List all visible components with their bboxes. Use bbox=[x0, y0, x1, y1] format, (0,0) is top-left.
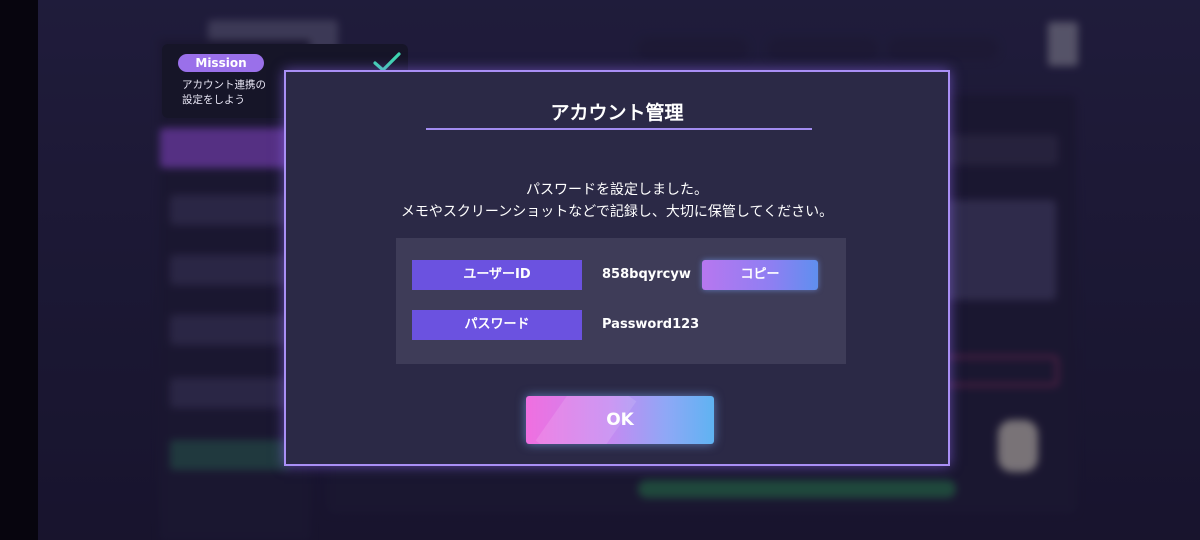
dialog-message: パスワードを設定しました。 メモやスクリーンショットなどで記録し、大切に保管して… bbox=[286, 179, 948, 223]
title-divider bbox=[426, 128, 812, 130]
copy-button[interactable]: コピー bbox=[702, 260, 818, 290]
user-id-label: ユーザーID bbox=[412, 260, 582, 290]
password-label: パスワード bbox=[412, 310, 582, 340]
password-value: Password123 bbox=[602, 317, 700, 332]
mission-badge: Mission bbox=[178, 54, 264, 72]
credentials-box: ユーザーID 858bqyrcyw コピー パスワード Password123 bbox=[396, 238, 846, 364]
ok-button[interactable]: OK bbox=[526, 396, 714, 444]
message-line: パスワードを設定しました。 bbox=[526, 182, 708, 198]
user-id-value: 858bqyrcyw bbox=[602, 267, 691, 282]
dialog-title: アカウント管理 bbox=[550, 102, 684, 124]
message-line: メモやスクリーンショットなどで記録し、大切に保管してください。 bbox=[400, 204, 834, 220]
account-management-dialog: アカウント管理 パスワードを設定しました。 メモやスクリーンショットなどで記録し… bbox=[284, 70, 950, 466]
ok-button-label: OK bbox=[606, 410, 634, 430]
